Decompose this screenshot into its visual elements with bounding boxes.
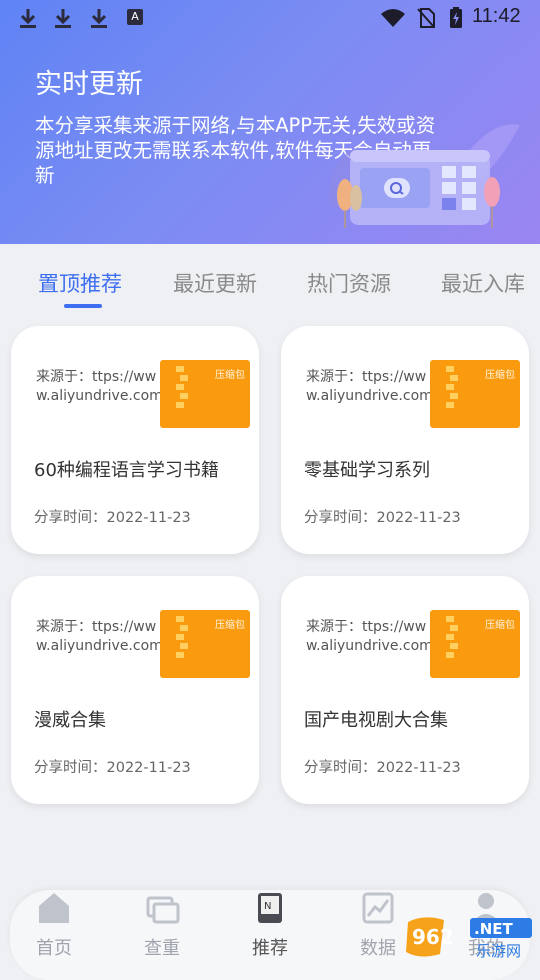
download-icon (91, 9, 107, 28)
resource-card[interactable]: 来源于：ttps://www.aliyundrive.com 压缩包 漫威合集 … (11, 576, 259, 804)
zip-label: 压缩包 (215, 620, 245, 631)
card-title: 国产电视剧大合集 (304, 710, 448, 731)
zip-thumbnail: 压缩包 (430, 360, 520, 428)
nav-label: 首页 (36, 938, 72, 959)
tab-pinned-recommend[interactable]: 置顶推荐 (38, 268, 122, 298)
nav-item-home[interactable]: 首页 (14, 890, 94, 960)
resource-card[interactable]: 来源于：ttps://www.aliyundrive.com 压缩包 国产电视剧… (281, 576, 529, 804)
tab-recent-added[interactable]: 最近入库 (441, 268, 525, 298)
nav-item-recommend[interactable]: N 推荐 (230, 890, 310, 960)
duplicate-check-icon (146, 896, 180, 924)
home-icon (39, 893, 69, 923)
card-share-time: 分享时间：2022-11-23 (34, 760, 191, 776)
zipper-icon (176, 616, 188, 658)
category-tabs: 置顶推荐 最近更新 热门资源 最近入库 (0, 244, 540, 322)
zip-thumbnail: 压缩包 (160, 360, 250, 428)
download-icon (55, 9, 71, 28)
chart-icon (362, 892, 394, 924)
card-source: 来源于：ttps://www.aliyundrive.com (36, 619, 163, 654)
card-share-time: 分享时间：2022-11-23 (34, 510, 191, 526)
svg-text:N: N (264, 901, 271, 912)
zip-label: 压缩包 (485, 370, 515, 381)
banner-title: 实时更新 (35, 69, 143, 100)
card-share-time: 分享时间：2022-11-23 (304, 760, 461, 776)
nav-item-duplicate-check[interactable]: 查重 (122, 890, 202, 960)
card-title: 60种编程语言学习书籍 (34, 460, 219, 481)
zip-label: 压缩包 (215, 370, 245, 381)
zipper-icon (446, 616, 458, 658)
nav-label: 查重 (144, 938, 180, 959)
active-tab-indicator (64, 304, 102, 308)
wifi-icon (381, 9, 405, 27)
zipper-icon (176, 366, 188, 408)
watermark-number: 962 (412, 925, 454, 949)
tab-recent-update[interactable]: 最近更新 (173, 268, 257, 298)
resource-card[interactable]: 来源于：ttps://www.aliyundrive.com 压缩包 零基础学习… (281, 326, 529, 554)
card-title: 漫威合集 (34, 710, 106, 731)
zip-label: 压缩包 (485, 620, 515, 631)
battery-icon (450, 7, 462, 28)
card-source: 来源于：ttps://www.aliyundrive.com (36, 369, 163, 404)
nav-label: 推荐 (252, 938, 288, 959)
no-sim-icon (417, 8, 435, 28)
zip-thumbnail: 压缩包 (160, 610, 250, 678)
zipper-icon (446, 366, 458, 408)
recommend-icon: N (258, 893, 282, 923)
header-banner: A 11:42 实时更新 本分享采集来源于网络,与本APP无关,失效或资源地址更… (0, 0, 540, 244)
card-source: 来源于：ttps://www.aliyundrive.com (306, 369, 433, 404)
resource-card[interactable]: 来源于：ttps://www.aliyundrive.com 压缩包 60种编程… (11, 326, 259, 554)
watermark-logo: 962 .NET 乐游网 (406, 917, 532, 960)
card-title: 零基础学习系列 (304, 460, 430, 481)
card-source: 来源于：ttps://www.aliyundrive.com (306, 619, 433, 654)
zip-thumbnail: 压缩包 (430, 610, 520, 678)
tab-hot-resources[interactable]: 热门资源 (307, 268, 391, 298)
status-bar: A 11:42 (0, 0, 540, 36)
watermark-site: 乐游网 (476, 942, 521, 960)
watermark-domain: .NET (474, 920, 513, 938)
notification-a-icon: A (127, 9, 143, 25)
calendar-search-illustration (329, 124, 520, 228)
status-clock: 11:42 (472, 5, 521, 27)
download-icon (20, 9, 36, 28)
card-share-time: 分享时间：2022-11-23 (304, 510, 461, 526)
